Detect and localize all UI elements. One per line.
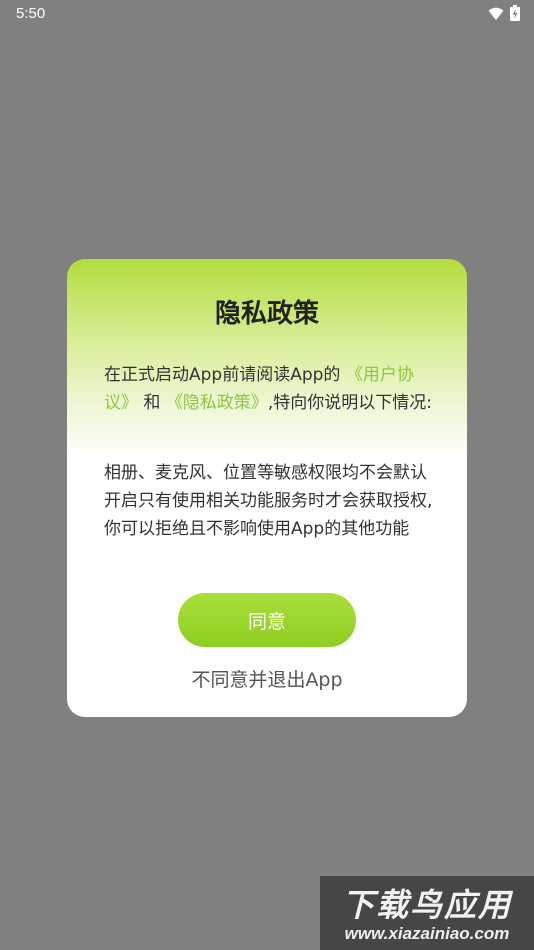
permissions-text: 相册、麦克风、位置等敏感权限均不会默认开启只有使用相关功能服务时才会获取授权,你… (104, 463, 433, 539)
disagree-exit-button[interactable]: 不同意并退出App (67, 665, 467, 692)
dialog-title: 隐私政策 (214, 299, 319, 329)
intro-prefix: 在正式启动App前请阅读App的 (104, 365, 341, 385)
watermark-title: 下载鸟应用 (341, 886, 512, 924)
intro-and: 和 (138, 393, 166, 413)
privacy-dialog: 隐私政策 在正式启动App前请阅读App的 《用户协议》 和 《隐私政策》,特向… (67, 259, 467, 717)
intro-text: 在正式启动App前请阅读App的 《用户协议》 和 《隐私政策》,特向你说明以下… (104, 361, 434, 417)
privacy-policy-link[interactable]: 《隐私政策》 (166, 393, 268, 413)
agree-button[interactable]: 同意 (178, 593, 356, 647)
status-bar: 5:50 (0, 0, 534, 28)
status-icons (488, 5, 520, 25)
battery-charging-icon (510, 5, 520, 25)
wifi-icon (488, 6, 504, 25)
intro-suffix: ,特向你说明以下情况: (267, 393, 432, 413)
watermark-url: www.xiazainiao.com (344, 924, 510, 943)
watermark-logo: 下载鸟应用 www.xiazainiao.com (320, 876, 534, 950)
status-time: 5:50 (16, 5, 46, 22)
